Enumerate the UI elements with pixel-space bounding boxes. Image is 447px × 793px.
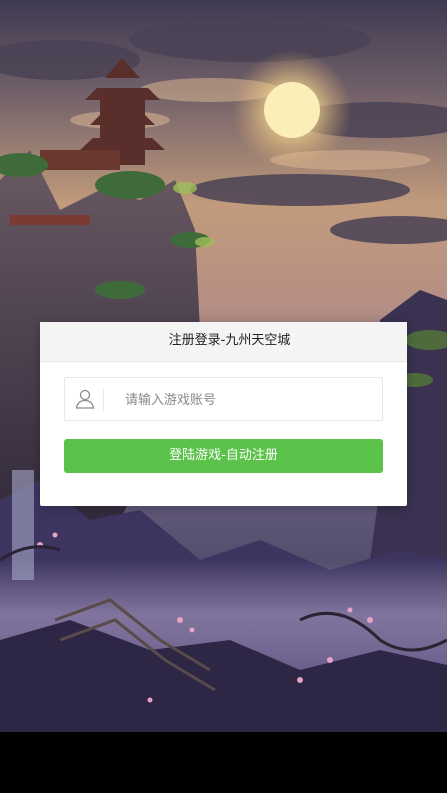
login-register-button-label: 登陆游戏-自动注册 (169, 448, 278, 463)
dialog-header: 注册登录-九州天空城 (40, 322, 407, 362)
account-input-row[interactable] (64, 377, 387, 421)
account-input[interactable] (113, 384, 387, 416)
user-icon (73, 387, 97, 411)
login-register-button[interactable]: 登陆游戏-自动注册 (64, 439, 383, 473)
game-login-screen: 注册登录-九州天空城 登陆游戏-自动注册 (0, 0, 447, 793)
dialog-title: 注册登录-九州天空城 (168, 333, 291, 348)
input-divider (103, 389, 104, 411)
login-dialog: 注册登录-九州天空城 登陆游戏-自动注册 (40, 322, 407, 506)
